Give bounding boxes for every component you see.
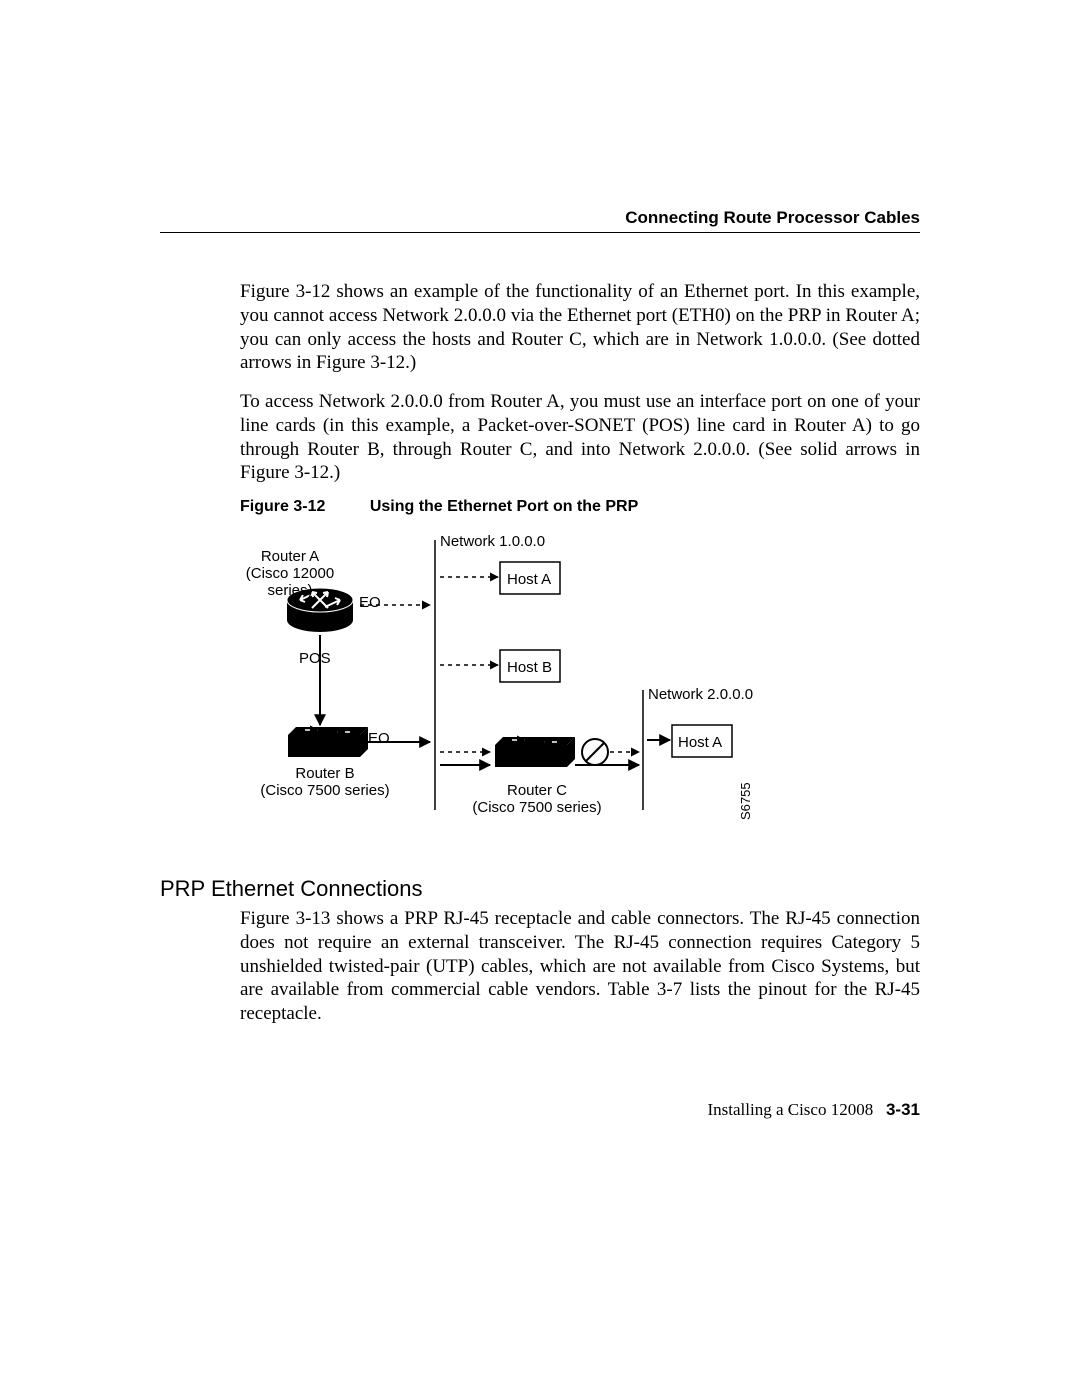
- host-b-label: Host B: [507, 659, 552, 676]
- body-paragraph-3: Figure 3-13 shows a PRP RJ-45 receptacle…: [240, 907, 920, 1026]
- network-1-label: Network 1.0.0.0: [440, 533, 545, 550]
- document-page: Connecting Route Processor Cables Figure…: [0, 0, 1080, 1397]
- body-paragraph-2: To access Network 2.0.0.0 from Router A,…: [240, 390, 920, 485]
- router-b-icon: [288, 727, 368, 757]
- router-a-label-2: (Cisco 12000 series): [230, 565, 350, 599]
- running-head: Connecting Route Processor Cables: [625, 208, 920, 228]
- blocked-icon: [582, 739, 608, 765]
- eo-label-1: EO: [359, 594, 381, 611]
- figure-number: Figure 3-12: [240, 498, 325, 515]
- figure-caption: Figure 3-12 Using the Ethernet Port on t…: [240, 498, 638, 516]
- pos-label: POS: [299, 650, 331, 667]
- figure-id: S6755: [738, 782, 753, 820]
- router-c-label-1: Router C: [472, 782, 602, 799]
- eo-label-2: EO: [368, 730, 390, 747]
- network-2-label: Network 2.0.0.0: [648, 686, 753, 703]
- page-footer: Installing a Cisco 12008 3-31: [707, 1100, 920, 1120]
- router-c-label-2: (Cisco 7500 series): [472, 799, 602, 816]
- router-c-icon: [495, 737, 575, 767]
- router-b-label-2: (Cisco 7500 series): [260, 782, 390, 799]
- figure-title: Using the Ethernet Port on the PRP: [370, 498, 638, 515]
- host-a-label: Host A: [507, 571, 551, 588]
- figure-3-12: Router A (Cisco 12000 series) Network 1.…: [240, 530, 800, 840]
- router-b-label-1: Router B: [260, 765, 390, 782]
- section-title: PRP Ethernet Connections: [160, 876, 423, 902]
- host-a2-label: Host A: [678, 734, 722, 751]
- router-a-label-1: Router A: [230, 548, 350, 565]
- footer-page-number: 3-31: [886, 1100, 920, 1119]
- body-paragraph-1: Figure 3-12 shows an example of the func…: [240, 280, 920, 375]
- header-rule: [160, 232, 920, 233]
- footer-doc-title: Installing a Cisco 12008: [707, 1100, 873, 1119]
